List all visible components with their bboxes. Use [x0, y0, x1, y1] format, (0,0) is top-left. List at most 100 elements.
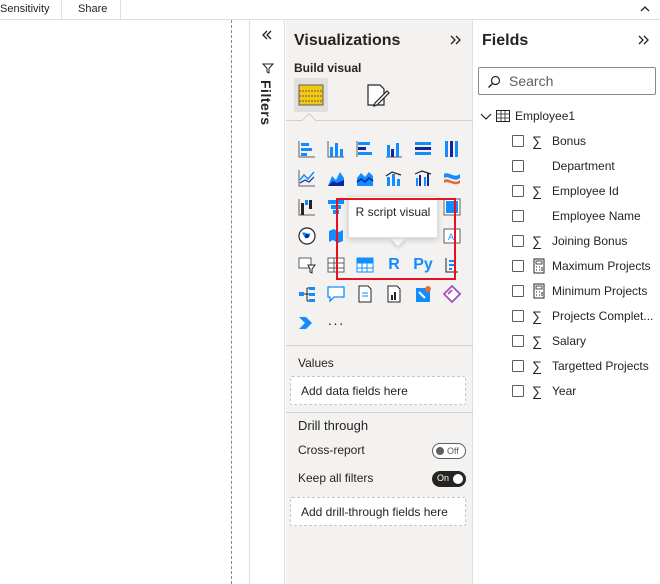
- build-visual-icon: [298, 84, 324, 106]
- keep-filters-state: On: [437, 473, 450, 483]
- keep-filters-row: Keep all filters On: [298, 471, 466, 489]
- field-checkbox[interactable]: [512, 310, 524, 322]
- field-checkbox[interactable]: [512, 160, 524, 172]
- chevron-down-icon[interactable]: [480, 111, 492, 121]
- get-more-visuals-button[interactable]: ···: [323, 310, 349, 336]
- cross-report-toggle[interactable]: Off: [432, 443, 466, 459]
- ribbon-strip: Sensitivity Share: [0, 0, 660, 20]
- highlight-box: [336, 198, 456, 280]
- collapse-fields-icon[interactable]: [636, 33, 652, 47]
- values-label: Values: [298, 356, 334, 370]
- field-label: Maximum Projects: [552, 259, 651, 273]
- ribbon-tab-share[interactable]: Share: [78, 3, 107, 15]
- format-visual-icon: [367, 84, 390, 107]
- map-visual-icon[interactable]: [294, 223, 320, 249]
- ribbon-tab-sensitivity[interactable]: Sensitivity: [0, 3, 50, 15]
- field-label: Year: [552, 384, 577, 398]
- table-icon: [496, 110, 510, 122]
- field-item-department[interactable]: Department: [512, 158, 660, 176]
- sigma-icon: ∑: [532, 183, 542, 199]
- collapse-visualizations-icon[interactable]: [448, 33, 464, 47]
- field-label: Employee Id: [552, 184, 619, 198]
- calculator-icon: [533, 258, 545, 274]
- waterfall-chart-icon[interactable]: [294, 194, 320, 220]
- sigma-icon: ∑: [532, 333, 542, 349]
- paginated-report-icon[interactable]: [352, 281, 378, 307]
- ribbon-chart-icon[interactable]: [439, 165, 465, 191]
- power-automate-visual-icon[interactable]: [439, 281, 465, 307]
- clustered-bar-chart-icon[interactable]: [352, 136, 378, 162]
- field-checkbox[interactable]: [512, 260, 524, 272]
- filter-funnel-icon: [262, 63, 274, 74]
- filters-label[interactable]: Filters: [258, 80, 274, 126]
- drill-through-label: Drill through: [298, 418, 369, 433]
- area-chart-icon[interactable]: [323, 165, 349, 191]
- expand-filters-icon[interactable]: [260, 28, 274, 42]
- fields-search-input[interactable]: Search: [478, 67, 656, 95]
- 100-stacked-bar-chart-icon[interactable]: [410, 136, 436, 162]
- visualizations-title: Visualizations: [294, 32, 401, 49]
- decomposition-tree-icon[interactable]: [294, 281, 320, 307]
- build-visual-tab[interactable]: [294, 78, 328, 112]
- field-checkbox[interactable]: [512, 360, 524, 372]
- field-item-employee-id[interactable]: ∑ Employee Id: [512, 183, 660, 201]
- table-name: Employee1: [515, 109, 576, 123]
- field-checkbox[interactable]: [512, 385, 524, 397]
- more-visuals-icon: ···: [327, 315, 345, 331]
- keep-filters-label: Keep all filters: [298, 471, 374, 485]
- paginated-visual-icon[interactable]: [381, 281, 407, 307]
- field-item-joining-bonus[interactable]: ∑ Joining Bonus: [512, 233, 660, 251]
- sigma-icon: ∑: [532, 308, 542, 324]
- line-and-clustered-column-chart-icon[interactable]: [410, 165, 436, 191]
- collapse-ribbon-icon[interactable]: [638, 2, 652, 16]
- field-item-salary[interactable]: ∑ Salary: [512, 333, 660, 351]
- cross-report-state: Off: [447, 446, 459, 456]
- powerbi-window: Sensitivity Share Filters Visualizations…: [0, 0, 660, 584]
- fields-pane: Fields Search Employee1 ∑ Bonus Departme…: [474, 20, 660, 584]
- field-item-projects-completed[interactable]: ∑ Projects Complet...: [512, 308, 660, 326]
- cross-report-row: Cross-report Off: [298, 443, 466, 461]
- values-drop-well[interactable]: Add data fields here: [290, 376, 466, 405]
- field-item-year[interactable]: ∑ Year: [512, 383, 660, 401]
- sigma-icon: ∑: [532, 383, 542, 399]
- cross-report-label: Cross-report: [298, 443, 365, 457]
- filters-pane: Filters: [250, 20, 285, 584]
- field-item-employee-name[interactable]: Employee Name: [512, 208, 660, 226]
- section-divider: [286, 412, 473, 413]
- field-item-maximum-projects[interactable]: Maximum Projects: [512, 258, 660, 276]
- field-item-minimum-projects[interactable]: Minimum Projects: [512, 283, 660, 301]
- stacked-area-chart-icon[interactable]: [352, 165, 378, 191]
- section-divider: [286, 345, 473, 346]
- build-visual-pointer: [301, 112, 317, 128]
- ribbon-divider: [61, 0, 62, 19]
- ribbon-divider: [120, 0, 121, 19]
- power-automate-chevron-icon[interactable]: [294, 310, 320, 336]
- field-checkbox[interactable]: [512, 210, 524, 222]
- field-checkbox[interactable]: [512, 335, 524, 347]
- drill-through-drop-well[interactable]: Add drill-through fields here: [290, 497, 466, 526]
- field-checkbox[interactable]: [512, 185, 524, 197]
- report-canvas[interactable]: [0, 20, 231, 584]
- line-chart-icon[interactable]: [294, 165, 320, 191]
- qna-visual-icon[interactable]: [323, 281, 349, 307]
- slicer-icon[interactable]: [294, 252, 320, 278]
- field-item-targetted-projects[interactable]: ∑ Targetted Projects: [512, 358, 660, 376]
- search-placeholder: Search: [509, 73, 554, 89]
- format-visual-tab[interactable]: [360, 78, 394, 112]
- field-label: Joining Bonus: [552, 234, 628, 248]
- power-apps-visual-icon[interactable]: [410, 281, 436, 307]
- stacked-bar-chart-icon[interactable]: [294, 136, 320, 162]
- field-label: Employee Name: [552, 209, 641, 223]
- stacked-column-chart-icon[interactable]: [323, 136, 349, 162]
- field-label: Targetted Projects: [552, 359, 649, 373]
- field-checkbox[interactable]: [512, 285, 524, 297]
- 100-stacked-column-chart-icon[interactable]: [439, 136, 465, 162]
- field-checkbox[interactable]: [512, 135, 524, 147]
- line-and-stacked-column-chart-icon[interactable]: [381, 165, 407, 191]
- field-item-bonus[interactable]: ∑ Bonus: [512, 133, 660, 151]
- field-checkbox[interactable]: [512, 235, 524, 247]
- sigma-icon: ∑: [532, 133, 542, 149]
- clustered-column-chart-icon[interactable]: [381, 136, 407, 162]
- keep-filters-toggle[interactable]: On: [432, 471, 466, 487]
- toggle-knob: [453, 474, 463, 484]
